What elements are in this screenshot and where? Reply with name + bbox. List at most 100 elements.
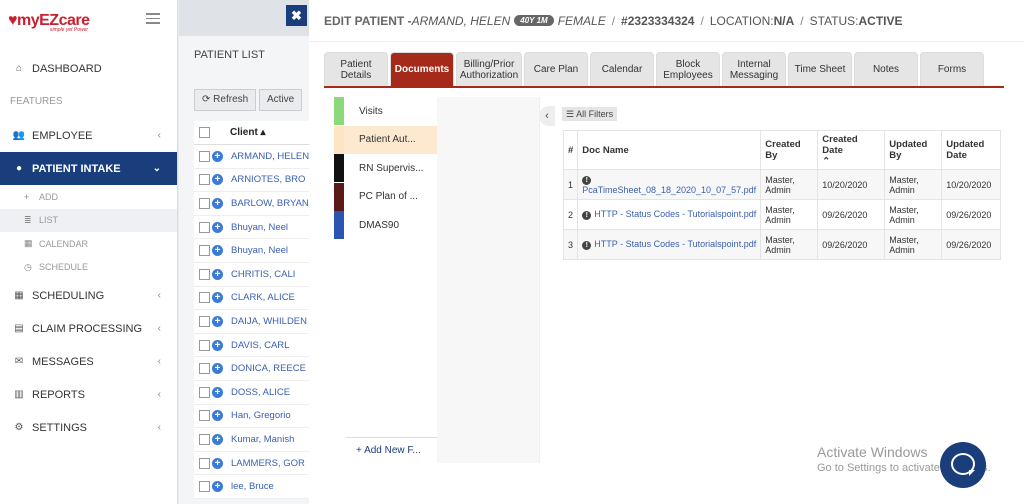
category-item[interactable]: Patient Aut... <box>334 125 437 154</box>
patient-row[interactable]: + Kumar, Manish <box>194 428 309 452</box>
nav-reports[interactable]: ▥ REPORTS ‹ <box>0 378 177 411</box>
expand-plus-icon[interactable]: + <box>212 481 223 493</box>
tab-billing-prior-authorization[interactable]: Billing/Prior Authorization <box>456 52 522 86</box>
tab-documents[interactable]: Documents <box>390 52 454 86</box>
nav-messages[interactable]: ✉ MESSAGES ‹ <box>0 345 177 378</box>
patient-row[interactable]: + DONICA, REECE <box>194 357 309 381</box>
row-checkbox[interactable] <box>199 363 210 375</box>
patient-name-link[interactable]: CHRITIS, CALI <box>231 269 295 280</box>
tab-patient-details[interactable]: Patient Details <box>324 52 388 86</box>
expand-plus-icon[interactable]: + <box>212 292 223 304</box>
nav-employee[interactable]: 👥 EMPLOYEE ‹ <box>0 119 177 152</box>
expand-plus-icon[interactable]: + <box>212 386 223 398</box>
doc-link[interactable]: PcaTimeSheet_08_18_2020_10_07_57.pdf <box>582 185 756 195</box>
patient-name-link[interactable]: LAMMERS, GOR <box>231 458 305 469</box>
tab-internal-messaging[interactable]: Internal Messaging <box>722 52 786 86</box>
col-created-by[interactable]: Created By <box>760 130 819 170</box>
close-button[interactable]: ✖ <box>286 5 307 26</box>
row-checkbox[interactable] <box>199 268 210 280</box>
patient-row[interactable]: + Bhuyan, Neel <box>194 239 309 263</box>
patient-row[interactable]: + Bhuyan, Neel <box>194 216 309 240</box>
expand-plus-icon[interactable]: + <box>212 457 223 469</box>
patient-name-link[interactable]: Bhuyan, Neel <box>231 222 288 233</box>
row-checkbox[interactable] <box>199 457 210 469</box>
col-doc-name[interactable]: Doc Name <box>577 130 762 170</box>
chat-button[interactable] <box>940 442 986 488</box>
tab-notes[interactable]: Notes <box>854 52 918 86</box>
category-item[interactable]: PC Plan of ... <box>334 182 437 211</box>
expand-plus-icon[interactable]: + <box>211 150 223 162</box>
expand-plus-icon[interactable]: + <box>212 174 223 186</box>
patient-name-link[interactable]: ARMAND, HELEN <box>231 151 309 162</box>
expand-plus-icon[interactable]: + <box>212 433 223 445</box>
tab-calendar[interactable]: Calendar <box>590 52 654 86</box>
nav-sub-list[interactable]: ≣ LIST <box>0 208 177 232</box>
patient-row[interactable]: + BARLOW, BRYAN <box>194 192 309 216</box>
menu-toggle-icon[interactable] <box>146 13 160 24</box>
all-filters-button[interactable]: ☰ All Filters <box>562 107 618 121</box>
row-checkbox[interactable] <box>199 386 210 398</box>
patient-name-link[interactable]: DONICA, REECE <box>231 363 306 374</box>
expand-plus-icon[interactable]: + <box>212 268 223 280</box>
nav-dashboard[interactable]: ⌂ DASHBOARD <box>0 52 177 85</box>
col-updated-by[interactable]: Updated By <box>884 130 943 170</box>
expand-plus-icon[interactable]: + <box>212 245 223 257</box>
patient-row[interactable]: + CLARK, ALICE <box>194 287 309 311</box>
document-row[interactable]: 1 !PcaTimeSheet_08_18_2020_10_07_57.pdf Ma… <box>562 169 1002 200</box>
row-checkbox[interactable] <box>199 174 210 186</box>
add-new-folder-button[interactable]: + Add New F... <box>346 437 438 463</box>
expand-plus-icon[interactable]: + <box>212 315 223 327</box>
patient-row[interactable]: + DAVIS, CARL <box>194 334 309 358</box>
expand-plus-icon[interactable]: + <box>212 410 223 422</box>
row-checkbox[interactable] <box>199 221 210 233</box>
col-updated-date[interactable]: Updated Date <box>941 130 1002 170</box>
row-checkbox[interactable] <box>199 150 210 162</box>
patient-row[interactable]: + Han, Gregorio <box>194 405 309 429</box>
tab-care-plan[interactable]: Care Plan <box>524 52 588 86</box>
patient-name-link[interactable]: CLARK, ALICE <box>231 292 295 303</box>
nav-sub-schedule[interactable]: ◷ SCHEDULE <box>0 256 177 280</box>
doc-link[interactable]: HTTP - Status Codes - Tutorialspoint.pdf <box>594 239 756 249</box>
patient-name-link[interactable]: Bhuyan, Neel <box>231 245 288 256</box>
doc-link[interactable]: HTTP - Status Codes - Tutorialspoint.pdf <box>594 209 756 219</box>
tab-block-employees[interactable]: Block Employees <box>656 52 720 86</box>
refresh-button[interactable]: ⟳ Refresh <box>194 89 257 111</box>
expand-plus-icon[interactable]: + <box>212 221 223 233</box>
patient-name-link[interactable]: DOSS, ALICE <box>231 387 290 398</box>
row-checkbox[interactable] <box>199 292 210 304</box>
row-checkbox[interactable] <box>199 315 210 327</box>
tab-forms[interactable]: Forms <box>920 52 984 86</box>
patient-name-link[interactable]: Kumar, Manish <box>231 434 294 445</box>
patient-row[interactable]: + CHRITIS, CALI <box>194 263 309 287</box>
collapse-panel-button[interactable]: ‹ <box>539 106 555 126</box>
patient-row[interactable]: + DOSS, ALICE <box>194 381 309 405</box>
nav-claim-processing[interactable]: ▤ CLAIM PROCESSING ‹ <box>0 312 177 345</box>
row-checkbox[interactable] <box>199 481 210 493</box>
patient-name-link[interactable]: DAVIS, CARL <box>231 340 289 351</box>
expand-plus-icon[interactable]: + <box>212 339 223 351</box>
nav-sub-calendar[interactable]: ▦ CALENDAR <box>0 232 177 256</box>
patient-row[interactable]: + DAIJA, WHILDEN <box>194 310 309 334</box>
nav-sub-add[interactable]: + ADD <box>0 185 177 209</box>
document-row[interactable]: 3! HTTP - Status Codes - Tutorialspoint.p… <box>562 229 1002 260</box>
select-all-checkbox[interactable] <box>199 127 210 138</box>
patient-name-link[interactable]: BARLOW, BRYAN <box>231 198 309 209</box>
nav-scheduling[interactable]: ▦ SCHEDULING ‹ <box>0 279 177 312</box>
col-created-date[interactable]: Created Date ⌃ <box>817 130 886 170</box>
patient-name-link[interactable]: Han, Gregorio <box>231 410 291 421</box>
expand-plus-icon[interactable]: + <box>212 197 223 209</box>
category-item[interactable]: Visits <box>334 97 437 125</box>
patient-name-link[interactable]: ARNIOTES, BRO <box>231 174 305 185</box>
patient-row[interactable]: + ARNIOTES, BRO <box>194 169 309 193</box>
category-item[interactable]: DMAS90 <box>334 211 437 239</box>
patient-row[interactable]: + ARMAND, HELEN <box>194 145 309 169</box>
patient-row[interactable]: + LAMMERS, GOR <box>194 452 309 476</box>
client-column-header[interactable]: Client ▴ <box>230 127 266 138</box>
document-row[interactable]: 2! HTTP - Status Codes - Tutorialspoint.p… <box>562 199 1002 230</box>
category-item[interactable]: RN Supervis... <box>334 154 437 182</box>
tab-time-sheet[interactable]: Time Sheet <box>788 52 852 86</box>
row-checkbox[interactable] <box>199 410 210 422</box>
patient-row[interactable]: + lee, Bruce <box>194 475 309 499</box>
patient-name-link[interactable]: DAIJA, WHILDEN <box>231 316 307 327</box>
nav-settings[interactable]: ⚙ SETTINGS ‹ <box>0 411 177 444</box>
